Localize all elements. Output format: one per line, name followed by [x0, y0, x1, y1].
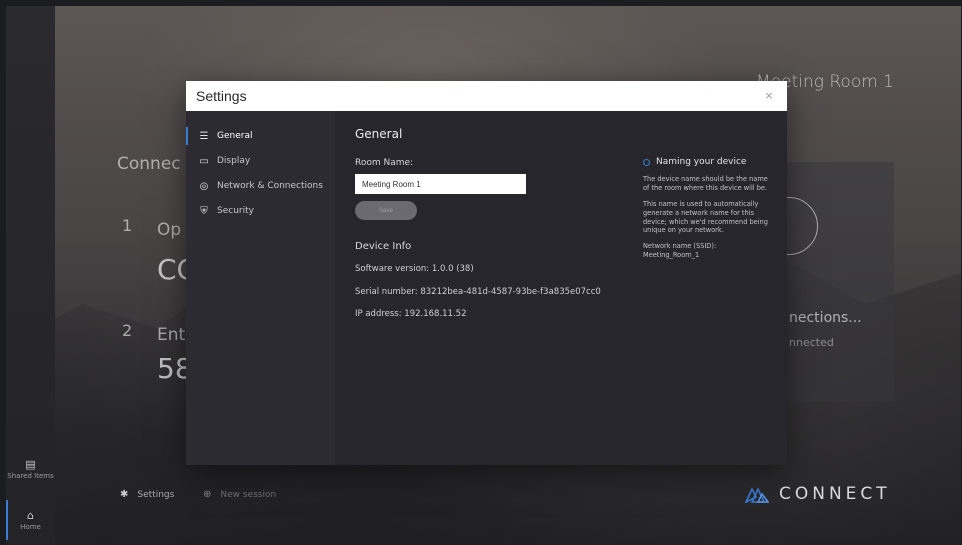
shared-items-icon: ▤ — [25, 458, 36, 471]
new-session-label: New session — [220, 489, 277, 500]
home-label: Home — [20, 523, 41, 532]
nav-item-security[interactable]: ⛨ Security — [186, 200, 335, 222]
rail-item-home[interactable]: ⌂ Home — [6, 509, 55, 532]
ssid-label: Network name (SSID): — [643, 242, 717, 251]
background-connections-title: nections... — [789, 310, 862, 326]
help-heading: Naming your device — [643, 157, 773, 167]
home-icon: ⌂ — [27, 509, 34, 522]
list-icon: ☰ — [199, 130, 209, 142]
monitor-icon: ▭ — [199, 155, 209, 167]
close-icon[interactable]: × — [762, 89, 776, 103]
wifi-icon: ◎ — [199, 180, 209, 192]
settings-modal: Settings × ☰ General ▭ Display ◎ Network… — [186, 81, 787, 465]
help-title: Naming your device — [656, 157, 747, 167]
serial-number: Serial number: 83212bea-481d-4587-93be-f… — [355, 287, 601, 297]
nav-item-network-connections[interactable]: ◎ Network & Connections — [186, 175, 335, 197]
brand-mountain-icon — [745, 487, 769, 503]
naming-help-panel: Naming your device The device name shoul… — [643, 157, 773, 260]
room-name-label: Room Name: — [355, 158, 414, 168]
background-step1-number: 1 — [122, 216, 133, 235]
nav-item-label: Security — [217, 206, 254, 216]
plus-circle-icon: ⊕ — [203, 489, 212, 500]
section-title: General — [355, 127, 403, 141]
nav-item-label: Display — [217, 156, 251, 166]
software-version: Software version: 1.0.0 (38) — [355, 264, 474, 274]
shield-icon: ⛨ — [200, 205, 208, 217]
gear-icon: ✱ — [120, 489, 129, 500]
background-step1-text: Op — [157, 220, 182, 240]
nav-item-general[interactable]: ☰ General — [186, 125, 335, 147]
nav-item-label: General — [217, 131, 253, 141]
modal-header: Settings × — [186, 81, 787, 111]
nav-item-display[interactable]: ▭ Display — [186, 150, 335, 172]
help-paragraph-1: The device name should be the name of th… — [643, 175, 768, 192]
ip-address: IP address: 192.168.11.52 — [355, 309, 467, 319]
general-content: General Room Name: Save Device Info Soft… — [335, 111, 787, 465]
save-button[interactable]: Save — [355, 201, 417, 220]
help-ssid-block: Network name (SSID): Meeting_Room_1 — [643, 242, 773, 260]
help-paragraph-2: This name is used to automatically gener… — [643, 199, 768, 235]
rail-item-shared-items[interactable]: ▤ Shared Items — [6, 458, 55, 481]
background-step2-text: Ent — [157, 325, 186, 345]
info-dot-icon — [643, 158, 650, 166]
shared-items-label: Shared Items — [7, 472, 54, 481]
room-name-input[interactable] — [355, 174, 526, 194]
background-step2-number: 2 — [122, 321, 133, 340]
ssid-value: Meeting_Room_1 — [643, 251, 700, 260]
new-session-button[interactable]: ⊕ New session — [203, 489, 276, 500]
modal-title: Settings — [196, 88, 247, 104]
background-connections-status: nnected — [789, 336, 834, 349]
brand-name: CONNECT — [779, 484, 891, 504]
device-info-title: Device Info — [355, 241, 412, 252]
settings-nav: ☰ General ▭ Display ◎ Network & Connecti… — [186, 111, 335, 465]
bottom-settings-button[interactable]: ✱ Settings — [120, 489, 174, 500]
nav-item-label: Network & Connections — [217, 181, 323, 191]
background-connect-heading: Connec — [117, 154, 181, 174]
bottom-settings-label: Settings — [137, 489, 175, 500]
brand-logo-group: CONNECT — [745, 484, 891, 504]
